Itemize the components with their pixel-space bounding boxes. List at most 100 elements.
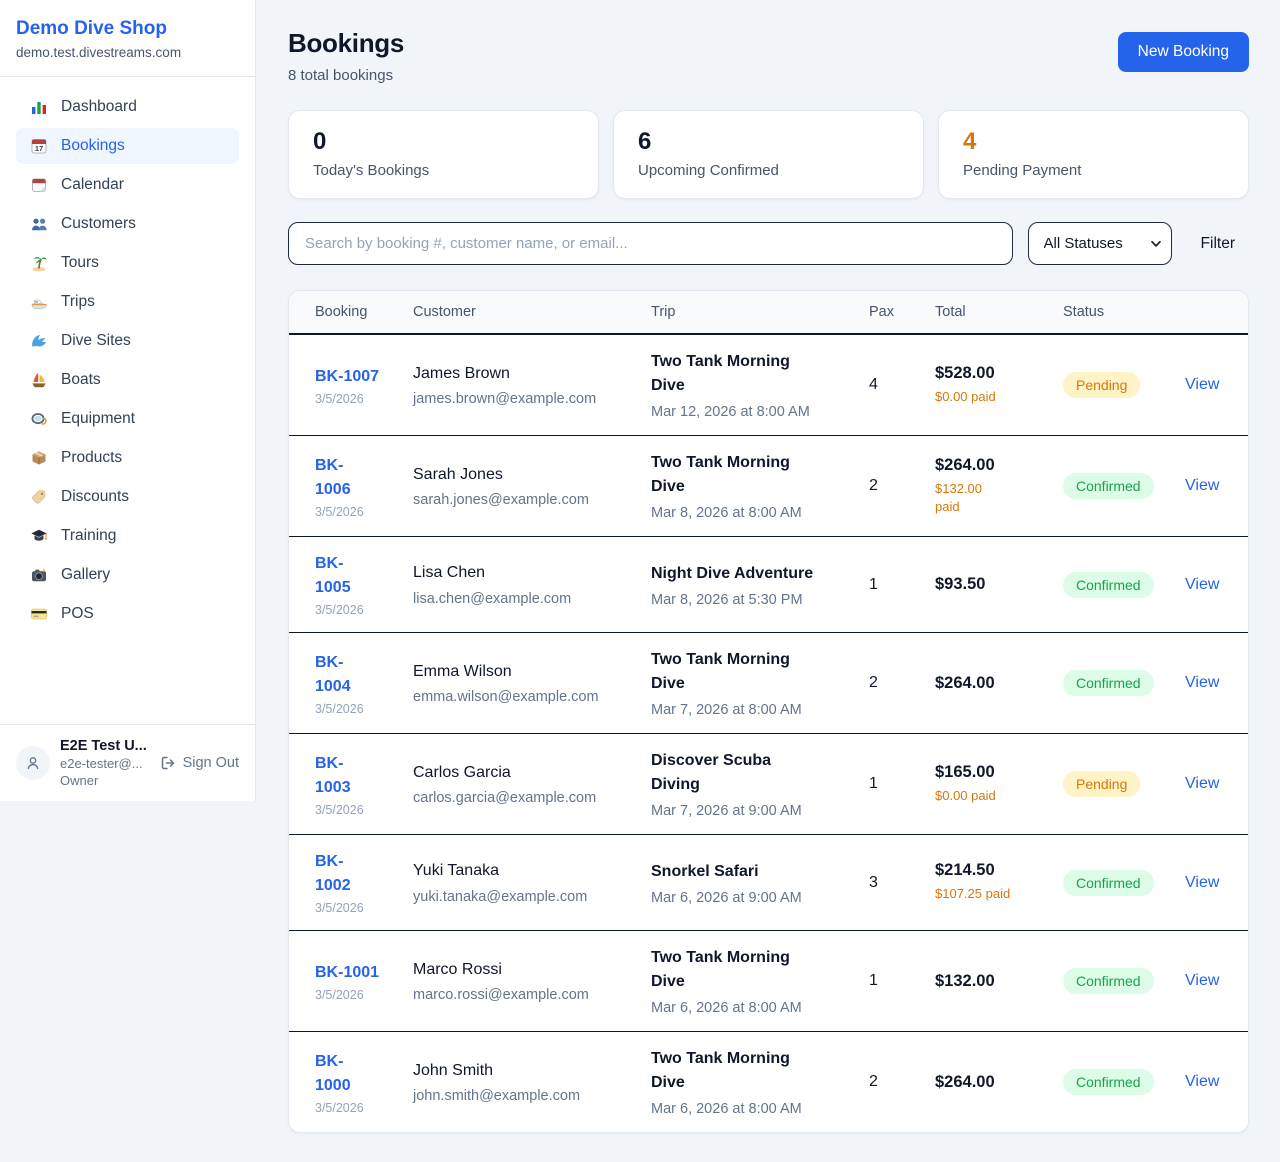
filter-button[interactable]: Filter [1187,235,1249,253]
stat-label: Upcoming Confirmed [638,162,899,179]
palm-tree-icon [30,254,48,272]
user-email: e2e-tester@... [60,756,150,771]
search-input[interactable] [288,222,1013,265]
sidebar: Demo Dive Shop demo.test.divestreams.com… [0,0,256,801]
booking-id-link[interactable]: BK- 1003 [315,752,389,800]
trip-time: Mar 6, 2026 at 9:00 AM [651,890,845,906]
booking-date: 3/5/2026 [315,603,389,617]
sidebar-item-gallery[interactable]: Gallery [16,557,239,593]
status-badge: Confirmed [1063,670,1154,696]
sidebar-item-training[interactable]: Training [16,518,239,554]
dive-mask-icon [30,410,48,428]
calendar-icon [30,176,48,194]
trip-name: Snorkel Safari [651,860,845,884]
sidebar-item-pos[interactable]: POS [16,596,239,632]
motorboat-icon [30,293,48,311]
stat-value: 0 [313,128,574,156]
package-icon [30,449,48,467]
customer-email: lisa.chen@example.com [413,591,627,607]
view-link[interactable]: View [1185,972,1219,989]
sidebar-item-bookings[interactable]: 17 Bookings [16,128,239,164]
paid-amount: $132.00 paid [935,480,1039,516]
booking-date: 3/5/2026 [315,505,389,519]
total-amount: $93.50 [935,575,1039,594]
customer-name: Carlos Garcia [413,762,627,784]
sidebar-item-label: Equipment [61,410,135,428]
total-amount: $528.00 [935,364,1039,383]
page-header: Bookings 8 total bookings New Booking [288,28,1249,84]
trip-time: Mar 8, 2026 at 8:00 AM [651,505,845,521]
view-link[interactable]: View [1185,874,1219,891]
table-row: BK- 10003/5/2026 John Smithjohn.smith@ex… [289,1032,1248,1133]
customer-name: Marco Rossi [413,959,627,981]
booking-id-link[interactable]: BK- 1005 [315,552,389,600]
page-subtitle: 8 total bookings [288,67,404,84]
total-amount: $264.00 [935,456,1039,475]
booking-id-link[interactable]: BK- 1004 [315,651,389,699]
table-row: BK- 10053/5/2026 Lisa Chenlisa.chen@exam… [289,537,1248,633]
sailboat-icon [30,371,48,389]
total-amount: $214.50 [935,861,1039,880]
sidebar-item-trips[interactable]: Trips [16,284,239,320]
trip-name: Two Tank Morning Dive [651,648,845,696]
sidebar-item-label: Calendar [61,176,124,194]
wave-icon [30,332,48,350]
sidebar-item-tours[interactable]: Tours [16,245,239,281]
new-booking-button[interactable]: New Booking [1118,32,1249,72]
shop-name[interactable]: Demo Dive Shop [16,18,239,40]
sidebar-item-label: Discounts [61,488,129,506]
stat-label: Today's Bookings [313,162,574,179]
view-link[interactable]: View [1185,477,1219,494]
bookings-calendar-icon: 17 [30,137,48,155]
credit-card-icon [30,605,48,623]
trip-time: Mar 8, 2026 at 5:30 PM [651,592,845,608]
stat-card: 0 Today's Bookings [288,110,599,199]
status-select[interactable]: All Statuses [1028,222,1172,265]
customer-email: john.smith@example.com [413,1088,627,1104]
view-link[interactable]: View [1185,1073,1219,1090]
paid-amount: $0.00 paid [935,388,1039,406]
booking-id-link[interactable]: BK- 1006 [315,454,389,502]
view-link[interactable]: View [1185,674,1219,691]
sidebar-item-label: Tours [61,254,99,272]
booking-date: 3/5/2026 [315,392,389,406]
sidebar-item-customers[interactable]: Customers [16,206,239,242]
sidebar-item-equipment[interactable]: Equipment [16,401,239,437]
trip-time: Mar 12, 2026 at 8:00 AM [651,404,845,420]
shop-domain: demo.test.divestreams.com [16,45,239,60]
pax-count: 1 [869,972,878,989]
page-title: Bookings [288,28,404,59]
total-amount: $165.00 [935,763,1039,782]
column-header-actions [1173,291,1248,334]
status-badge: Pending [1063,372,1140,398]
view-link[interactable]: View [1185,376,1219,393]
sign-out-button[interactable]: Sign Out [160,755,239,771]
view-link[interactable]: View [1185,775,1219,792]
sidebar-item-label: Trips [61,293,95,311]
total-amount: $132.00 [935,972,1039,991]
sidebar-item-dive-sites[interactable]: Dive Sites [16,323,239,359]
sidebar-item-products[interactable]: Products [16,440,239,476]
column-header-total: Total [923,291,1051,334]
booking-id-link[interactable]: BK- 1002 [315,850,389,898]
stats-row: 0 Today's Bookings 6 Upcoming Confirmed … [288,110,1249,199]
sidebar-item-boats[interactable]: Boats [16,362,239,398]
paid-amount: $0.00 paid [935,787,1039,805]
booking-id-link[interactable]: BK-1007 [315,365,389,389]
stat-value: 6 [638,128,899,156]
person-icon [23,753,43,773]
table-row: BK- 10023/5/2026 Yuki Tanakayuki.tanaka@… [289,835,1248,931]
view-link[interactable]: View [1185,576,1219,593]
status-select-wrap: All Statuses [1028,222,1172,265]
booking-id-link[interactable]: BK-1001 [315,961,389,985]
pax-count: 2 [869,477,878,494]
sidebar-item-dashboard[interactable]: Dashboard [16,89,239,125]
trip-name: Two Tank Morning Dive [651,350,845,398]
booking-id-link[interactable]: BK- 1000 [315,1050,389,1098]
sidebar-item-label: Customers [61,215,136,233]
sidebar-item-calendar[interactable]: Calendar [16,167,239,203]
user-role: Owner [60,773,150,788]
stat-label: Pending Payment [963,162,1224,179]
sidebar-item-discounts[interactable]: Discounts [16,479,239,515]
customer-name: Sarah Jones [413,464,627,486]
